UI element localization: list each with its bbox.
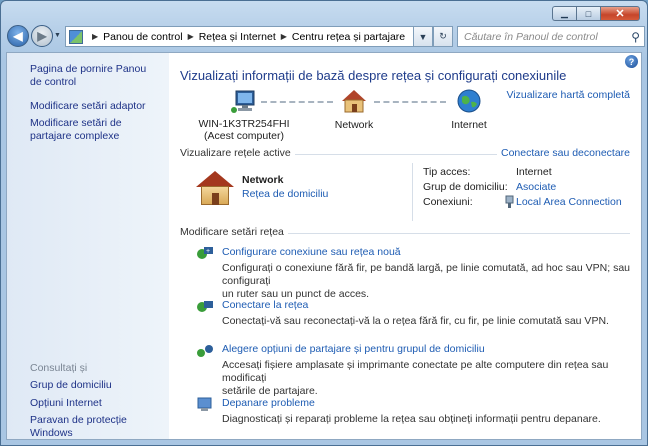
task-desc-line: Diagnosticați și reparați probleme la re… bbox=[222, 413, 601, 425]
chevron-right-icon[interactable]: ▶ bbox=[92, 32, 98, 41]
network-node-label: Network bbox=[334, 119, 374, 131]
vertical-divider bbox=[412, 163, 413, 221]
sidebar-item-homegroup[interactable]: Grup de domiciliu bbox=[30, 379, 112, 392]
ethernet-icon bbox=[505, 195, 514, 208]
window: ▁ □ ✕ ◀ ▶ ▼ ▶ Panou de control ▶ Rețea ș… bbox=[0, 0, 648, 446]
task-new-connection-link[interactable]: Configurare conexiune sau rețea nouă bbox=[222, 246, 401, 258]
computer-icon bbox=[231, 90, 255, 113]
network-node[interactable]: Network bbox=[319, 89, 389, 131]
connect-network-icon bbox=[197, 301, 213, 312]
local-area-connection-link[interactable]: Local Area Connection bbox=[516, 196, 622, 208]
house-icon bbox=[342, 90, 366, 113]
homegroup-label: Grup de domiciliu: bbox=[423, 181, 508, 193]
task-desc-line: Conectați-vă sau reconectați-vă la o reț… bbox=[222, 315, 609, 327]
control-panel-icon bbox=[69, 29, 83, 44]
minimize-button[interactable]: ▁ bbox=[552, 6, 576, 21]
active-networks-heading: Vizualizare rețele active bbox=[180, 147, 295, 159]
internet-node-label: Internet bbox=[451, 119, 487, 131]
sidebar-item-adapter[interactable]: Modificare setări adaptor bbox=[30, 100, 160, 113]
access-type-value: Internet bbox=[516, 166, 552, 178]
main-panel: ? Vizualizați informații de bază despre … bbox=[169, 53, 641, 439]
chevron-right-icon[interactable]: ▶ bbox=[188, 32, 194, 41]
chevron-down-icon: ▼ bbox=[418, 31, 428, 42]
breadcrumb-control-panel[interactable]: Panou de control bbox=[103, 31, 182, 43]
task-desc-line: Configurați o conexiune fără fir, pe ban… bbox=[222, 262, 631, 287]
network-type-link[interactable]: Rețea de domiciliu bbox=[242, 188, 328, 200]
search-input[interactable]: Căutare în Panoul de control ⚲ bbox=[457, 26, 645, 47]
task-troubleshoot-link[interactable]: Depanare probleme bbox=[222, 397, 315, 409]
sharing-options-icon bbox=[197, 345, 213, 357]
home-network-icon[interactable] bbox=[196, 171, 234, 205]
access-type-label: Tip acces: bbox=[423, 166, 471, 178]
task-connect-link[interactable]: Conectare la rețea bbox=[222, 299, 308, 311]
svg-text:+: + bbox=[206, 248, 210, 255]
globe-icon bbox=[457, 89, 481, 113]
breadcrumb-network-center[interactable]: Centru rețea și partajare bbox=[292, 31, 405, 43]
history-dropdown-icon[interactable]: ▼ bbox=[54, 32, 61, 39]
sidebar-item-home[interactable]: Pagina de pornire Panou de control bbox=[30, 63, 155, 89]
page-title: Vizualizați informații de bază despre re… bbox=[180, 68, 567, 83]
sidebar-item-firewall[interactable]: Paravan de protecție Windows bbox=[30, 414, 169, 440]
breadcrumb-network-internet[interactable]: Rețea și Internet bbox=[199, 31, 276, 43]
connections-label: Conexiuni: bbox=[423, 196, 473, 208]
task-troubleshoot-desc: Diagnosticați și reparați probleme la re… bbox=[222, 413, 632, 426]
help-icon[interactable]: ? bbox=[625, 55, 638, 68]
task-desc-line: Accesați fișiere amplasate și imprimante… bbox=[222, 359, 609, 384]
forward-button[interactable]: ▶ bbox=[31, 25, 53, 47]
full-map-link[interactable]: Vizualizare hartă completă bbox=[506, 89, 630, 101]
arrow-left-icon: ◀ bbox=[13, 29, 23, 43]
connect-disconnect-link[interactable]: Conectare sau deconectare bbox=[497, 147, 630, 159]
task-sharing-link[interactable]: Alegere opțiuni de partajare și pentru g… bbox=[222, 343, 485, 355]
computer-subtitle: (Acest computer) bbox=[204, 130, 284, 142]
computer-node: WIN-1K3TR254FHI (Acest computer) bbox=[189, 90, 299, 142]
sidebar-item-internet-options[interactable]: Opțiuni Internet bbox=[30, 397, 102, 410]
address-bar[interactable]: ▶ Panou de control ▶ Rețea și Internet ▶… bbox=[65, 26, 430, 47]
refresh-icon: ↻ bbox=[439, 31, 447, 41]
refresh-button[interactable]: ↻ bbox=[433, 26, 453, 47]
homegroup-link[interactable]: Asociate bbox=[516, 181, 556, 193]
close-button[interactable]: ✕ bbox=[600, 6, 640, 21]
task-new-connection-desc: Configurați o conexiune fără fir, pe ban… bbox=[222, 262, 632, 301]
arrow-right-icon: ▶ bbox=[37, 29, 47, 43]
chevron-right-icon[interactable]: ▶ bbox=[281, 32, 287, 41]
task-connect-desc: Conectați-vă sau reconectați-vă la o reț… bbox=[222, 315, 632, 328]
caption-buttons: ▁ □ ✕ bbox=[552, 6, 640, 21]
search-placeholder: Căutare în Panoul de control bbox=[464, 30, 598, 43]
see-also-heading: Consultați și bbox=[30, 362, 88, 374]
navigation-bar: ◀ ▶ ▼ ▶ Panou de control ▶ Rețea și Inte… bbox=[5, 24, 645, 50]
computer-name: WIN-1K3TR254FHI bbox=[198, 118, 290, 130]
back-button[interactable]: ◀ bbox=[7, 25, 29, 47]
troubleshoot-icon bbox=[197, 397, 212, 411]
new-connection-icon: + bbox=[197, 247, 213, 259]
sidebar: Pagina de pornire Panou de control Modif… bbox=[7, 53, 169, 439]
address-dropdown-button[interactable]: ▼ bbox=[413, 26, 433, 47]
network-name: Network bbox=[242, 174, 284, 186]
internet-node[interactable]: Internet bbox=[434, 88, 504, 131]
search-icon[interactable]: ⚲ bbox=[631, 30, 640, 44]
maximize-button[interactable]: □ bbox=[576, 6, 600, 21]
sidebar-item-sharing[interactable]: Modificare setări de partajare complexe bbox=[30, 117, 160, 143]
task-sharing-desc: Accesați fișiere amplasate și imprimante… bbox=[222, 359, 632, 398]
change-settings-heading: Modificare setări rețea bbox=[180, 226, 288, 238]
content-area: Pagina de pornire Panou de control Modif… bbox=[6, 52, 642, 440]
